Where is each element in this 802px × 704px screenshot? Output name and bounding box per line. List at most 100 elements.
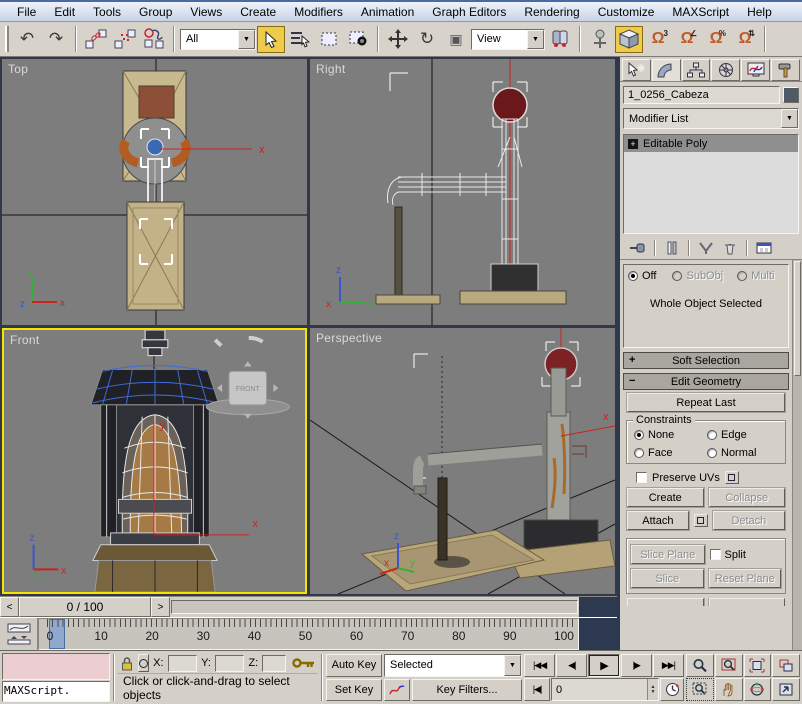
menu-item-group[interactable]: Group: [130, 3, 181, 21]
next-frame-button[interactable]: |▶: [621, 654, 652, 677]
radio-constraint-normal[interactable]: [707, 448, 717, 458]
go-to-end-button[interactable]: ▶▶|: [653, 654, 684, 677]
viewport-right-canvas[interactable]: z y x: [310, 59, 615, 325]
configure-modifier-sets-icon[interactable]: [754, 239, 774, 257]
track-bar-ruler[interactable]: 0 10 20 30 40 50 60 70 80 90 100: [38, 618, 579, 650]
use-pivot-point-center-icon[interactable]: [546, 26, 574, 53]
viewport-front[interactable]: Front: [2, 328, 307, 594]
modifier-list-dropdown[interactable]: Modifier List ▼: [623, 108, 799, 129]
current-frame-field[interactable]: 0 ▲▼: [551, 678, 659, 701]
default-tangents-icon[interactable]: [384, 679, 410, 702]
selection-filter-dropdown[interactable]: All ▼: [180, 29, 256, 50]
tab-hierarchy[interactable]: [682, 59, 711, 81]
set-keys-icon[interactable]: [292, 656, 316, 670]
menu-item-customize[interactable]: Customize: [589, 3, 664, 21]
select-link-icon[interactable]: [82, 26, 110, 53]
go-to-start-button[interactable]: |◀◀: [524, 654, 555, 677]
viewport-perspective[interactable]: Perspective: [310, 328, 615, 594]
menu-item-help[interactable]: Help: [738, 3, 781, 21]
split-label[interactable]: Split: [725, 549, 746, 561]
bind-space-warp-icon[interactable]: [140, 26, 168, 53]
key-scope-dropdown[interactable]: Selected ▼: [384, 654, 522, 677]
split-checkbox[interactable]: [710, 549, 721, 560]
viewport-top-label[interactable]: Top: [8, 62, 28, 76]
reference-coordinate-dropdown[interactable]: View ▼: [471, 29, 545, 50]
rollout-scrollbar[interactable]: [792, 260, 802, 650]
chevron-down-icon[interactable]: ▼: [238, 30, 255, 49]
snap-3d-icon[interactable]: Ω3: [644, 26, 672, 53]
viewport-front-canvas[interactable]: y x FRONT z: [4, 330, 305, 592]
select-rotate-icon[interactable]: ↻: [413, 26, 441, 53]
set-key-button[interactable]: Set Key: [326, 679, 382, 702]
selection-lock-icon[interactable]: [120, 656, 134, 671]
viewport-top[interactable]: Top: [2, 59, 307, 325]
scrollbar-thumb[interactable]: [794, 261, 801, 376]
time-slider-handle[interactable]: 0 / 100: [19, 597, 151, 617]
menu-item-edit[interactable]: Edit: [45, 3, 84, 21]
menu-item-maxscript[interactable]: MAXScript: [663, 3, 738, 21]
arc-rotate-icon[interactable]: [744, 678, 772, 701]
modifier-stack[interactable]: + Editable Poly: [623, 134, 799, 234]
open-mini-curve-editor-button[interactable]: [0, 618, 38, 650]
zoom-extents-icon[interactable]: [744, 654, 772, 677]
menu-item-create[interactable]: Create: [231, 3, 285, 21]
preserve-uvs-checkbox[interactable]: [636, 472, 647, 483]
radio-off[interactable]: [628, 271, 638, 281]
zoom-all-icon[interactable]: [715, 654, 743, 677]
select-move-icon[interactable]: [384, 26, 412, 53]
window-crossing-icon[interactable]: [344, 26, 372, 53]
viewcube-front-label[interactable]: FRONT: [236, 386, 261, 393]
chevron-down-icon[interactable]: ▼: [504, 655, 521, 676]
undo-icon[interactable]: ↶: [13, 26, 41, 53]
tab-display[interactable]: [741, 59, 770, 81]
tab-utilities[interactable]: [771, 59, 800, 81]
constraint-none-label[interactable]: None: [648, 429, 674, 441]
listener-pane[interactable]: MAXScript.: [2, 681, 110, 702]
attach-button[interactable]: Attach: [627, 511, 689, 530]
select-by-name-icon[interactable]: [286, 26, 314, 53]
clipped-button[interactable]: [627, 598, 704, 606]
key-filters-button[interactable]: Key Filters...: [412, 679, 522, 702]
percent-snap-icon[interactable]: Ω%: [702, 26, 730, 53]
remove-modifier-icon[interactable]: [720, 239, 740, 257]
tab-modify[interactable]: [652, 59, 681, 81]
region-zoom-icon[interactable]: [686, 678, 714, 701]
clipped-button[interactable]: [709, 598, 786, 606]
viewport-front-label[interactable]: Front: [10, 333, 40, 347]
snaps-toggle-icon[interactable]: [615, 26, 643, 53]
object-color-swatch[interactable]: [783, 87, 799, 103]
angle-snap-icon[interactable]: Ω∠: [673, 26, 701, 53]
object-name-field[interactable]: 1_0256_Cabeza: [623, 86, 780, 104]
auto-key-button[interactable]: Auto Key: [326, 654, 382, 677]
radio-constraint-none[interactable]: [634, 430, 644, 440]
rollout-header-edit-geometry[interactable]: − Edit Geometry: [623, 373, 789, 390]
pan-hand-icon[interactable]: [715, 678, 743, 701]
show-end-result-icon[interactable]: [662, 239, 682, 257]
tab-create[interactable]: [622, 59, 651, 81]
chevron-down-icon[interactable]: ▼: [527, 30, 544, 49]
coord-y-field[interactable]: [215, 655, 245, 672]
menu-item-views[interactable]: Views: [181, 3, 231, 21]
zoom-icon[interactable]: [686, 654, 714, 677]
absolute-offset-toggle-icon[interactable]: [138, 654, 149, 672]
toolbar-grip[interactable]: [5, 26, 9, 52]
viewport-right-label[interactable]: Right: [316, 62, 346, 76]
preserve-uvs-options-button[interactable]: [725, 471, 739, 484]
menu-item-file[interactable]: File: [8, 3, 45, 21]
expand-icon[interactable]: +: [628, 139, 638, 149]
menu-item-tools[interactable]: Tools: [84, 3, 130, 21]
preserve-uvs-label[interactable]: Preserve UVs: [652, 472, 720, 484]
frame-spinner[interactable]: ▲▼: [647, 679, 658, 700]
key-mode-toggle-button[interactable]: |◀|: [524, 678, 550, 701]
pin-stack-icon[interactable]: [628, 239, 648, 257]
select-manipulate-icon[interactable]: [586, 26, 614, 53]
radio-constraint-edge[interactable]: [707, 430, 717, 440]
select-scale-icon[interactable]: ▣: [442, 26, 470, 53]
unlink-icon[interactable]: [111, 26, 139, 53]
coord-x-field[interactable]: [168, 655, 198, 672]
stack-item-editable-poly[interactable]: + Editable Poly: [624, 135, 798, 152]
menu-item-modifiers[interactable]: Modifiers: [285, 3, 352, 21]
menu-item-graph-editors[interactable]: Graph Editors: [423, 3, 515, 21]
select-object-button[interactable]: [257, 26, 285, 53]
menu-item-rendering[interactable]: Rendering: [515, 3, 588, 21]
